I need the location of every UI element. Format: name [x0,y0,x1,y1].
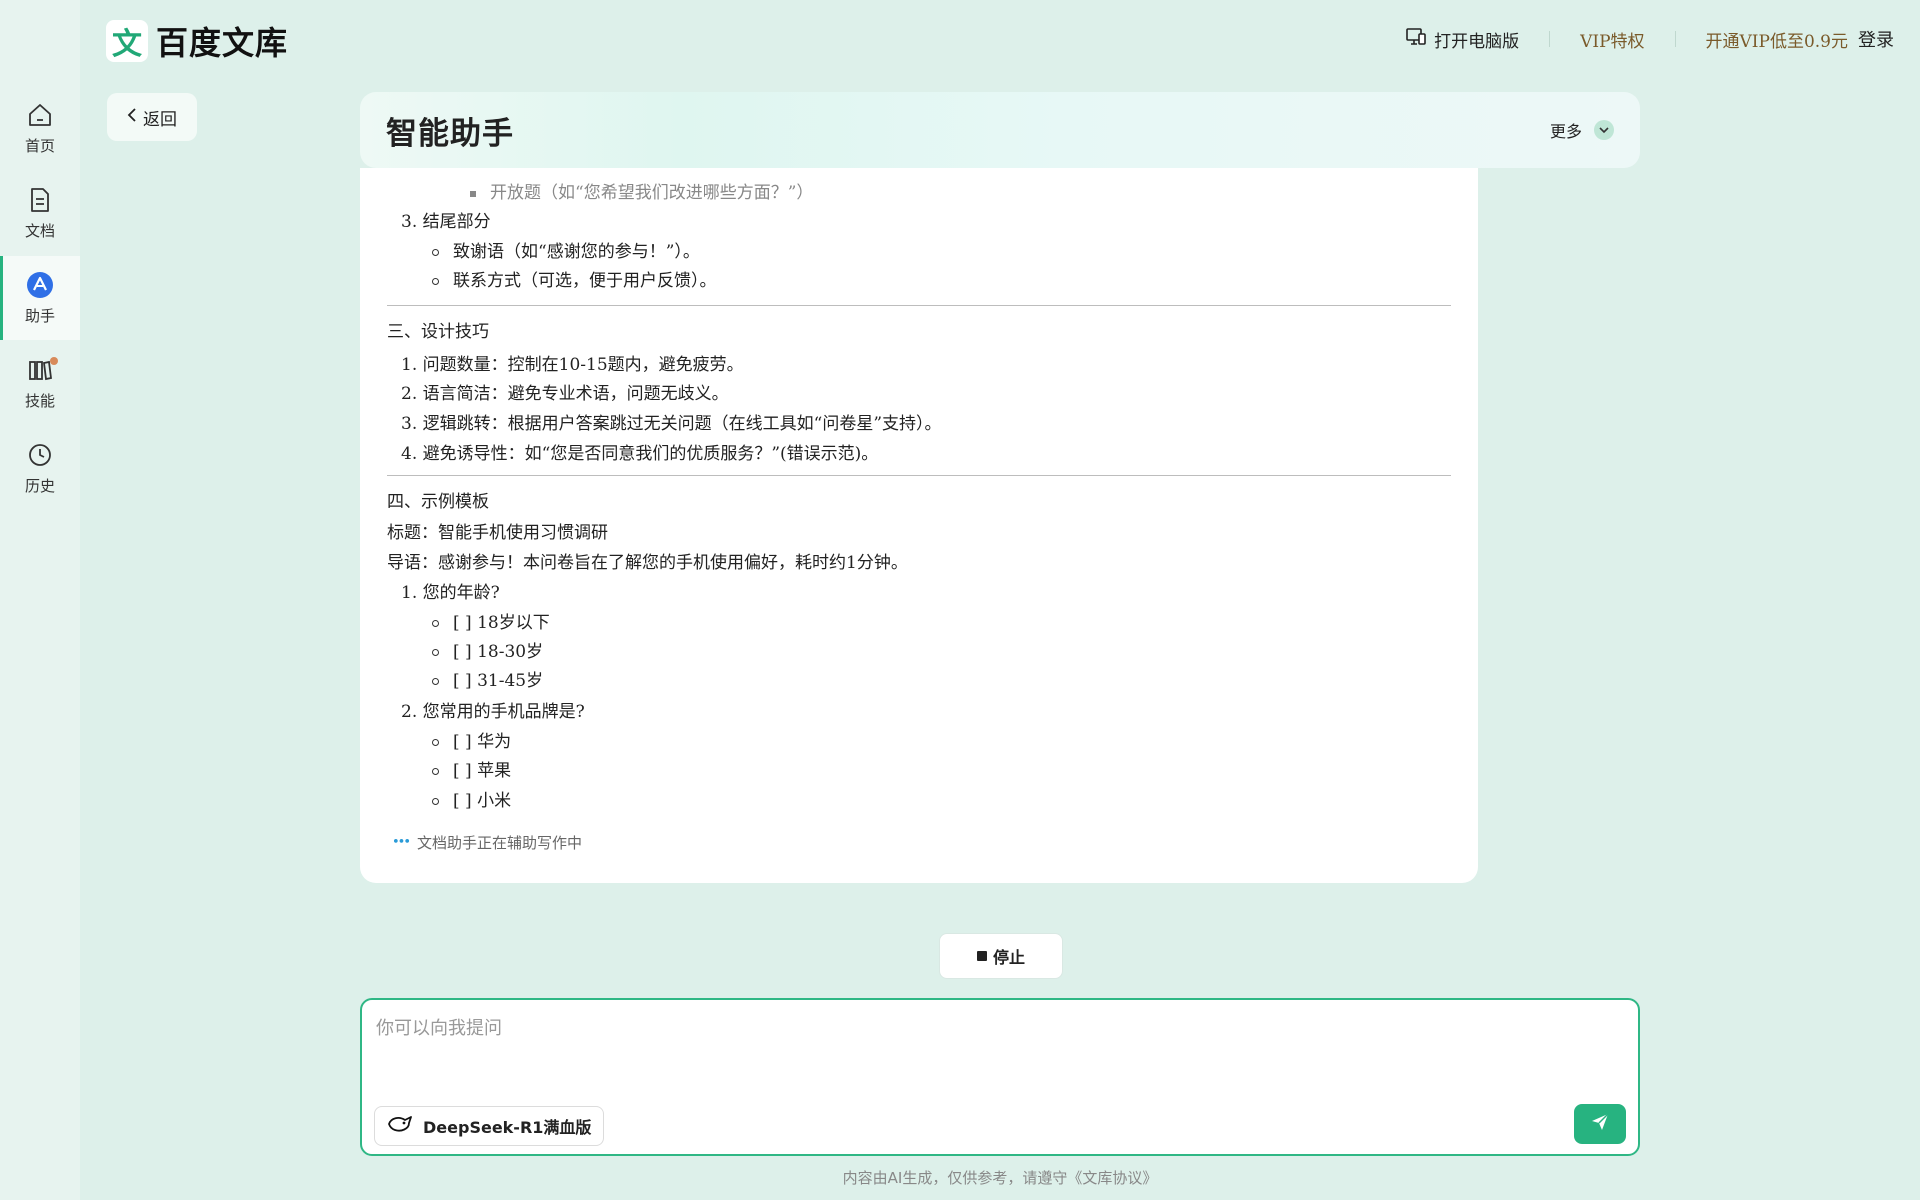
list-item: [ ] 小米 [432,786,511,811]
bullet [432,649,439,656]
bullet [432,278,439,285]
list-item-text: [ ] 31-45岁 [453,671,544,691]
divider [1549,31,1551,47]
home-icon [26,101,54,129]
divider [387,305,1451,306]
loading-dots-icon: ••• [392,835,411,850]
page-title: 智能助手 [386,115,514,152]
divider [387,475,1451,476]
logo-icon: 文 [106,20,148,62]
list-item: [ ] 18岁以下 [432,608,550,633]
list-item-text: [ ] 华为 [453,732,512,752]
model-selector[interactable]: DeepSeek-R1满血版 [374,1106,605,1146]
model-label: DeepSeek-R1满血版 [423,1118,592,1137]
sidebar-item-home[interactable]: 首页 [0,86,80,170]
assistant-icon [26,271,54,299]
status-text: 文档助手正在辅助写作中 [417,835,583,852]
bullet [470,190,476,197]
list-item: 1. 您的年龄? [401,583,500,603]
list-item: [ ] 苹果 [432,756,511,781]
sidebar-item-skills[interactable]: 技能 [0,341,80,425]
list-item: 4. 避免诱导性：如“您是否同意我们的优质服务？”(错误示范)。 [401,444,879,464]
more-button[interactable]: 更多 [1550,118,1614,142]
list-item: 3. 逻辑跳转：根据用户答案跳过无关问题（在线工具如“问卷星”支持）。 [401,414,942,434]
stop-icon [976,951,987,961]
sidebar-item-docs[interactable]: 文档 [0,171,80,255]
paragraph: 导语：感谢参与！本问卷旨在了解您的手机使用偏好，耗时约1分钟。 [387,553,908,573]
list-item: 开放题（如“您希望我们改进哪些方面？”） [470,178,813,203]
document-icon [26,186,54,214]
bullet [432,678,439,685]
writing-status: ••• 文档助手正在辅助写作中 [392,832,582,853]
sidebar-item-assistant[interactable]: 助手 [0,256,80,340]
more-label: 更多 [1549,122,1582,141]
back-button[interactable]: 返回 [107,93,197,141]
list-item-text: [ ] 18-30岁 [453,642,544,662]
list-item: 1. 问题数量：控制在10-15题内，避免疲劳。 [401,355,744,375]
clock-icon [26,441,54,469]
bullet [432,620,439,627]
bullet [432,739,439,746]
sidebar-item-label: 首页 [24,136,55,155]
bullet [432,798,439,805]
assistant-header: 智能助手 更多 [360,92,1640,168]
list-item: 联系方式（可选，便于用户反馈）。 [432,266,717,291]
list-item: [ ] 31-45岁 [432,666,543,691]
sidebar-item-history[interactable]: 历史 [0,426,80,510]
sidebar-item-label: 文档 [24,221,55,240]
vip-privileges-link[interactable]: VIP特权 [1580,27,1644,52]
list-item-text: [ ] 小米 [453,791,512,811]
list-item: 3. 结尾部分 [401,212,491,232]
chevron-left-icon [127,107,137,128]
back-label: 返回 [143,109,177,130]
send-button[interactable] [1574,1104,1626,1144]
open-pc-link[interactable]: 打开电脑版 [1406,27,1519,52]
open-vip-link[interactable]: 开通VIP低至0.9元 [1706,27,1848,52]
list-item: 2. 语言简洁：避免专业术语，问题无歧义。 [401,384,729,404]
list-item-text: 开放题（如“您希望我们改进哪些方面？”） [490,183,814,203]
question-input[interactable] [376,1014,1616,1084]
list-item-text: [ ] 18岁以下 [453,613,550,633]
stop-label: 停止 [992,948,1025,967]
sidebar-item-label: 技能 [24,391,55,410]
section-heading: 四、示例模板 [387,492,489,512]
list-item-text: [ ] 苹果 [453,761,512,781]
chat-input-box: DeepSeek-R1满血版 [360,998,1640,1156]
brand-name: 百度文库 [156,24,289,62]
answer-card: 开放题（如“您希望我们改进哪些方面？”） 3. 结尾部分 致谢语（如“感谢您的参… [360,168,1478,883]
open-pc-label: 打开电脑版 [1434,31,1520,52]
list-item: 2. 您常用的手机品牌是? [401,702,585,722]
chevron-down-icon [1594,120,1614,140]
list-item: [ ] 18-30岁 [432,637,543,662]
bullet [432,768,439,775]
paragraph: 标题：智能手机使用习惯调研 [387,523,608,543]
login-link[interactable]: 登录 [1858,26,1894,52]
list-item: 致谢语（如“感谢您的参与！”）。 [432,237,700,262]
section-heading: 三、设计技巧 [387,322,489,342]
send-icon [1590,1112,1610,1136]
brand-logo[interactable]: 文 百度文库 [106,18,288,64]
deepseek-whale-icon [387,1114,413,1138]
top-nav: 打开电脑版 VIP特权 开通VIP低至0.9元 登录 [1406,22,1894,56]
bullet [432,249,439,256]
monitor-icon [1406,27,1426,51]
list-item: [ ] 华为 [432,727,511,752]
notification-dot [50,357,58,365]
list-item-text: 联系方式（可选，便于用户反馈）。 [453,271,717,291]
stop-button[interactable]: 停止 [939,933,1063,979]
divider [1674,31,1676,47]
ai-disclaimer: 内容由AI生成，仅供参考，请遵守《文库协议》 [842,1169,1158,1187]
list-item-text: 致谢语（如“感谢您的参与！”）。 [453,242,700,262]
sidebar-item-label: 助手 [24,306,55,325]
sidebar-item-label: 历史 [24,476,55,495]
sidebar: 首页 文档 助手 技能 历史 [0,0,80,1200]
